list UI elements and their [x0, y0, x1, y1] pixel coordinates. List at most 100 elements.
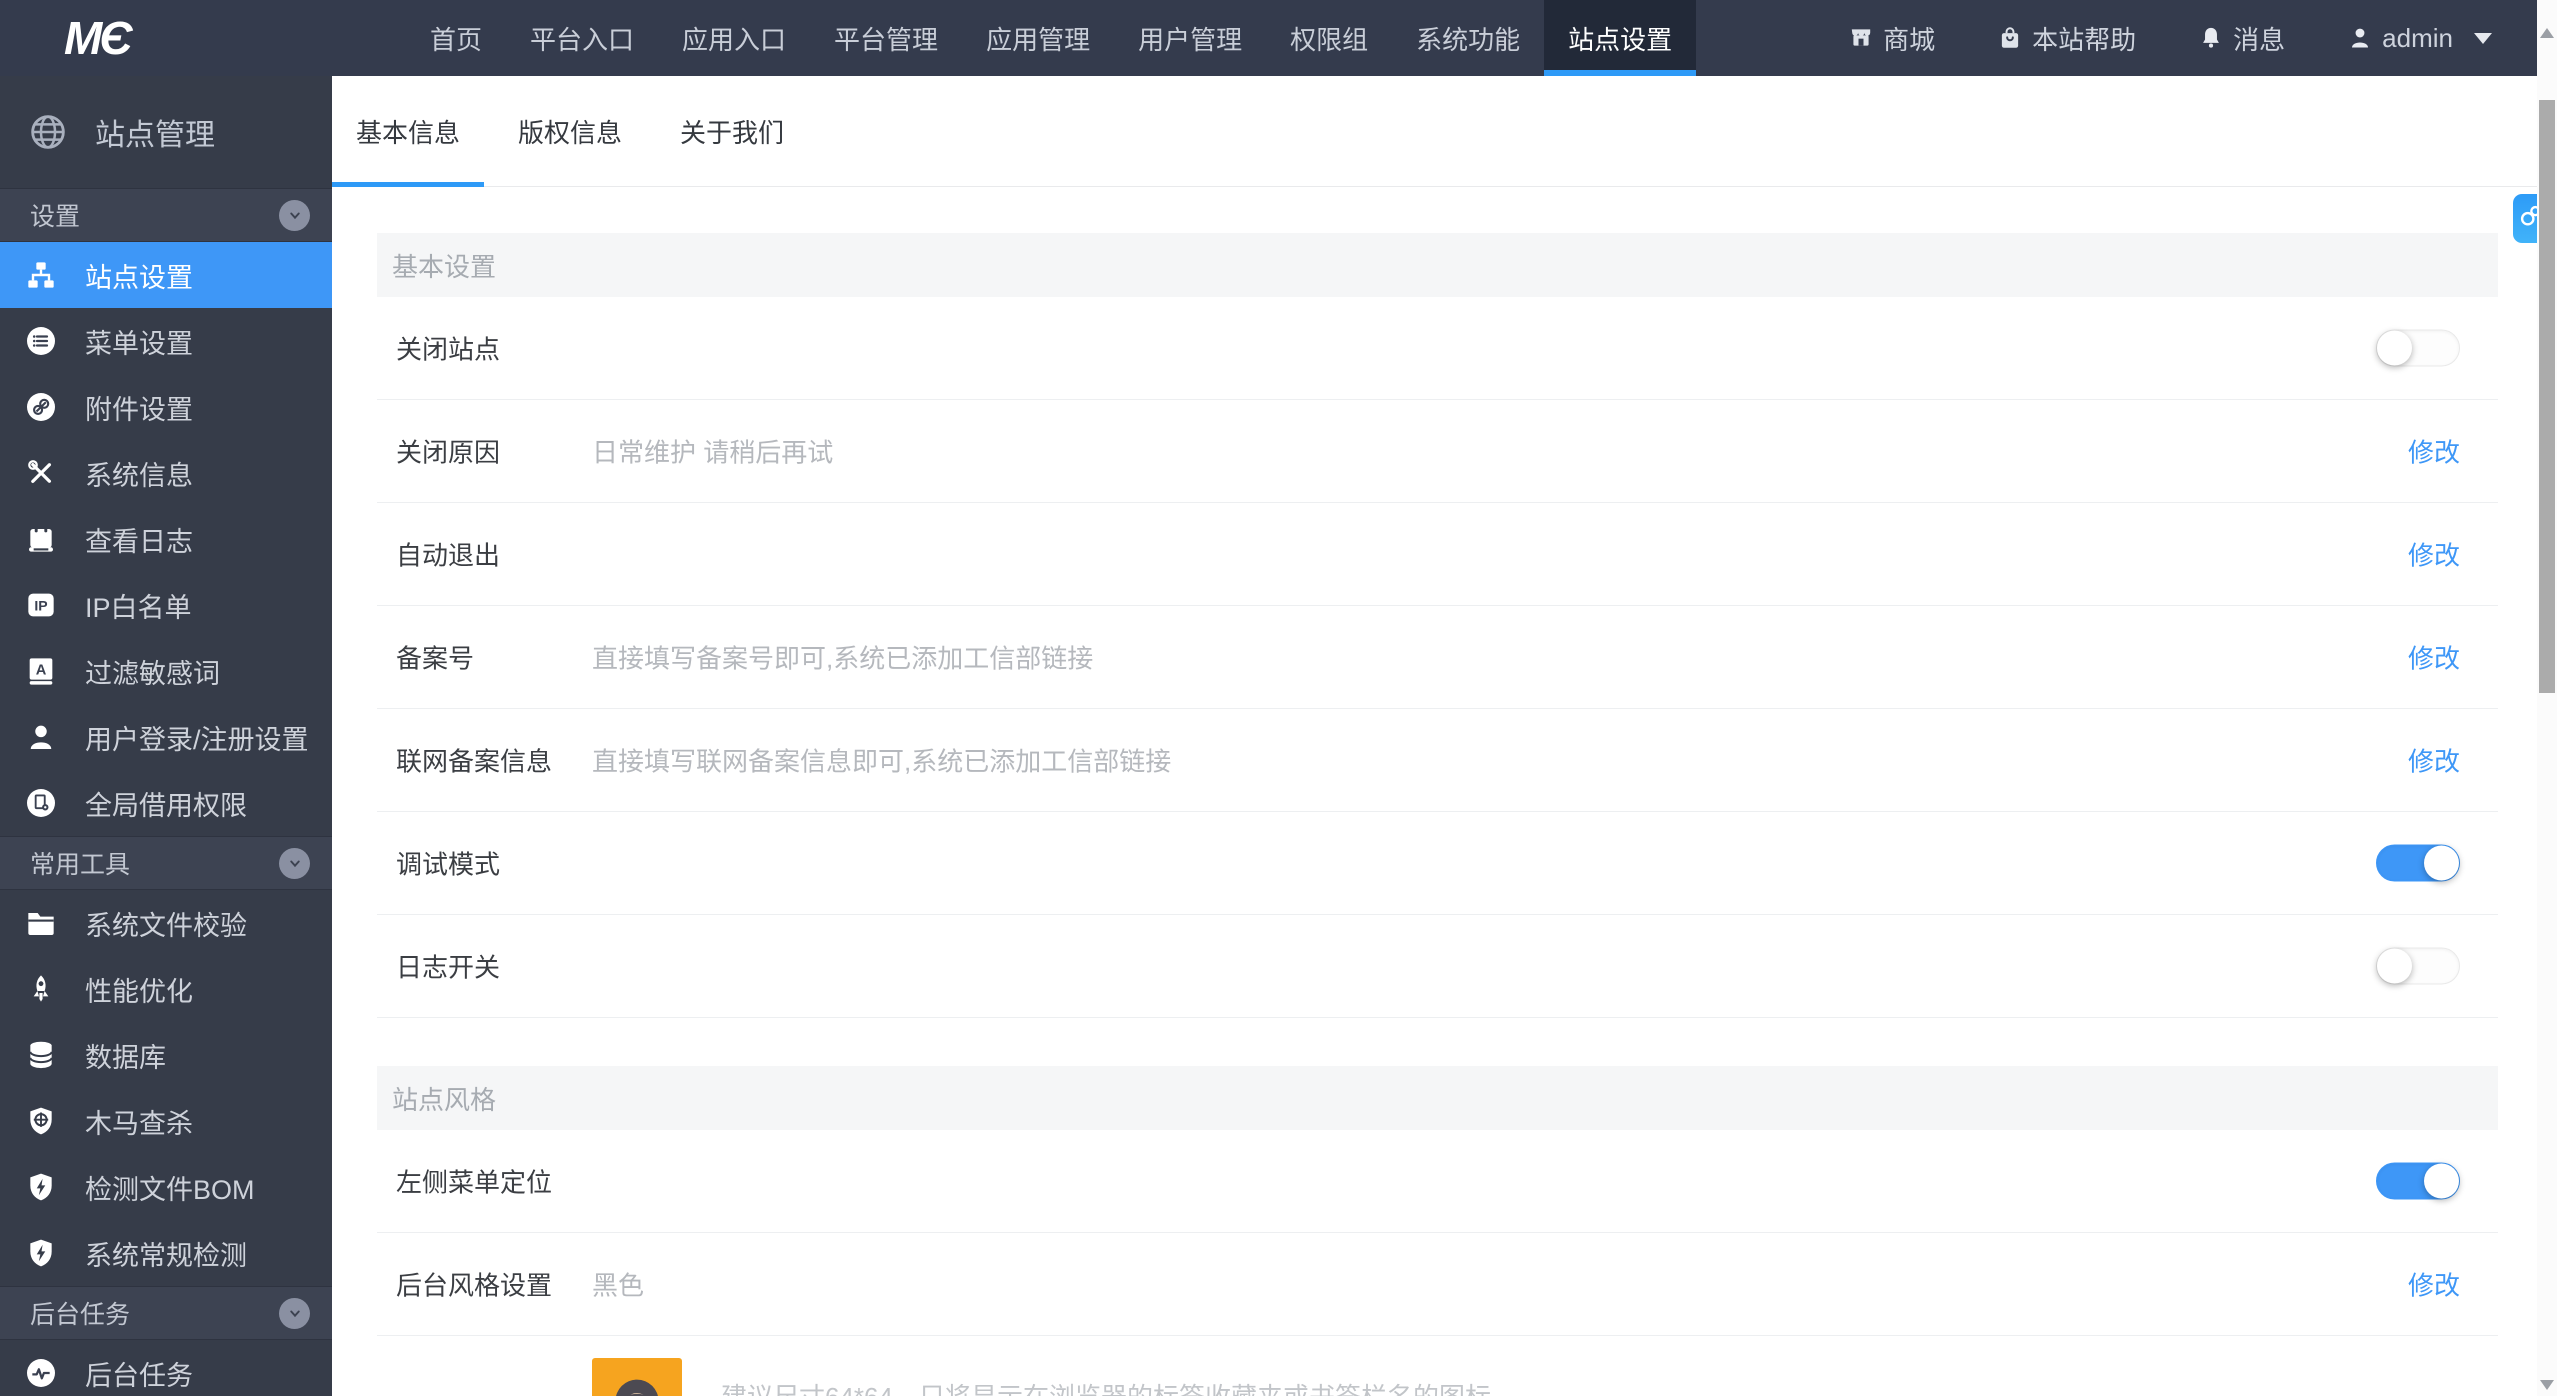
scrollbar-down-arrow-icon[interactable] [2540, 1380, 2554, 1390]
modify-admin-theme-link[interactable]: 修改 [2408, 1266, 2460, 1303]
left-menu-fixed-toggle[interactable] [2376, 1162, 2460, 1200]
section-header-site-style: 站点风格 [377, 1066, 2498, 1130]
sidebar-item-ip-whitelist[interactable]: IP IP白名单 [0, 572, 332, 638]
help-bag-icon [1997, 25, 2023, 51]
row-auto-logout: 自动退出 修改 [377, 503, 2498, 606]
nav-app-entry[interactable]: 应用入口 [658, 0, 810, 76]
tab-about-us[interactable]: 关于我们 [656, 76, 808, 186]
tab-basic-info[interactable]: 基本信息 [332, 76, 485, 187]
store-button[interactable]: 商城 [1848, 20, 1935, 57]
network-record-placeholder: 直接填写联网备案信息即可,系统已添加工信部链接 [592, 746, 1172, 777]
row-icp-number: 备案号 直接填写备案号即可,系统已添加工信部链接 修改 [377, 606, 2498, 709]
sidebar-header: 站点管理 [0, 76, 332, 188]
settings-card: 基本设置 关闭站点 关闭原因 日常维护 请稍后再试 修改 自动退出 修改 备案号… [377, 233, 2498, 1396]
shield-bolt-icon [24, 1170, 58, 1204]
admin-theme-value: 黑色 [592, 1270, 645, 1301]
sidebar-item-system-info[interactable]: 系统信息 [0, 440, 332, 506]
nav-site-settings[interactable]: 站点设置 [1544, 0, 1697, 76]
tab-bar: 基本信息 版权信息 关于我们 [332, 76, 2537, 187]
menu-list-icon [24, 324, 58, 358]
nav-system-function[interactable]: 系统功能 [1392, 0, 1544, 76]
scrollbar-up-arrow-icon[interactable] [2540, 28, 2554, 38]
modify-icp-number-link[interactable]: 修改 [2408, 639, 2460, 676]
sidebar-item-attachment-settings[interactable]: 附件设置 [0, 374, 332, 440]
sidebar-item-bom-check[interactable]: 检测文件BOM [0, 1154, 332, 1220]
modify-network-record-link[interactable]: 修改 [2408, 742, 2460, 779]
sidebar-item-site-settings[interactable]: 站点设置 [0, 242, 332, 308]
row-close-reason: 关闭原因 日常维护 请稍后再试 修改 [377, 400, 2498, 503]
svg-text:A: A [36, 662, 47, 678]
username: admin [2382, 22, 2453, 53]
sidebar-item-menu-settings[interactable]: 菜单设置 [0, 308, 332, 374]
svg-text:IP: IP [34, 598, 47, 614]
person-icon [24, 720, 58, 754]
debug-mode-toggle[interactable] [2376, 844, 2460, 882]
favicon-hint-text: 建议尺寸64*64，只将显示在浏览器的标签收藏夹或书签栏名的图标 [721, 1377, 1491, 1396]
sidebar-item-user-login-settings[interactable]: 用户登录/注册设置 [0, 704, 332, 770]
sidebar-item-global-borrow-permission[interactable]: 全局借用权限 [0, 770, 332, 836]
tools-icon [24, 456, 58, 490]
sidebar-item-view-logs[interactable]: 查看日志 [0, 506, 332, 572]
attachment-link-icon [24, 390, 58, 424]
close-site-toggle[interactable] [2376, 329, 2460, 367]
store-icon [1848, 25, 1874, 51]
row-site-favicon: 建议尺寸64*64，只将显示在浏览器的标签收藏夹或书签栏名的图标 [377, 1336, 2498, 1396]
nav-app-manage[interactable]: 应用管理 [962, 0, 1114, 76]
logbook-icon [24, 522, 58, 556]
log-switch-toggle[interactable] [2376, 947, 2460, 985]
user-menu[interactable]: admin [2347, 23, 2492, 54]
sidebar-item-background-task[interactable]: 后台任务 [0, 1340, 332, 1396]
row-debug-mode: 调试模式 [377, 812, 2498, 915]
dictionary-icon: A [24, 654, 58, 688]
row-log-switch: 日志开关 [377, 915, 2498, 1018]
close-reason-value: 日常维护 请稍后再试 [592, 437, 834, 468]
top-bar-actions: 商城 本站帮助 消息 admin [1848, 0, 2492, 76]
task-pulse-icon [24, 1356, 58, 1390]
bell-icon [2198, 25, 2224, 51]
sidebar-item-performance[interactable]: 性能优化 [0, 956, 332, 1022]
sidebar: 站点管理 设置 站点设置 菜单设置 附件设置 系统信息 查看日志 IP IP白名… [0, 76, 332, 1396]
sidebar-section-background-tasks[interactable]: 后台任务 [0, 1286, 332, 1340]
row-close-site: 关闭站点 [377, 297, 2498, 400]
globe-icon [28, 112, 68, 152]
sidebar-section-common-tools[interactable]: 常用工具 [0, 836, 332, 890]
messages-button[interactable]: 消息 [2198, 20, 2285, 57]
sidebar-section-settings[interactable]: 设置 [0, 188, 332, 242]
ip-badge-icon: IP [24, 588, 58, 622]
nav-user-manage[interactable]: 用户管理 [1114, 0, 1266, 76]
sidebar-item-routine-check[interactable]: 系统常规检测 [0, 1220, 332, 1286]
shield-bolt-icon [24, 1236, 58, 1270]
section-header-basic: 基本设置 [377, 233, 2498, 297]
top-bar: MЄ 首页 平台入口 应用入口 平台管理 应用管理 用户管理 权限组 系统功能 … [0, 0, 2537, 76]
favicon-preview-image[interactable] [592, 1358, 682, 1396]
modify-close-reason-link[interactable]: 修改 [2408, 433, 2460, 470]
rocket-icon [24, 972, 58, 1006]
scrollbar-thumb[interactable] [2539, 100, 2555, 693]
row-admin-theme: 后台风格设置 黑色 修改 [377, 1233, 2498, 1336]
document-gear-icon [24, 786, 58, 820]
tab-copyright-info[interactable]: 版权信息 [494, 76, 646, 186]
nav-platform-entry[interactable]: 平台入口 [506, 0, 658, 76]
database-icon [24, 1038, 58, 1072]
page-scrollbar[interactable] [2537, 0, 2557, 1396]
chevron-down-icon[interactable] [279, 1297, 310, 1329]
chevron-down-icon[interactable] [279, 199, 310, 231]
sidebar-title: 站点管理 [95, 119, 215, 152]
user-icon [2347, 25, 2373, 51]
site-help-button[interactable]: 本站帮助 [1997, 20, 2136, 57]
icp-number-placeholder: 直接填写备案号即可,系统已添加工信部链接 [592, 643, 1094, 674]
sidebar-item-file-verify[interactable]: 系统文件校验 [0, 890, 332, 956]
top-nav: 首页 平台入口 应用入口 平台管理 应用管理 用户管理 权限组 系统功能 站点设… [406, 0, 1697, 76]
sitemap-icon [24, 258, 58, 292]
nav-permission-group[interactable]: 权限组 [1266, 0, 1392, 76]
sidebar-item-database[interactable]: 数据库 [0, 1022, 332, 1088]
folder-icon [24, 906, 58, 940]
main-content: 基本信息 版权信息 关于我们 基本设置 关闭站点 关闭原因 日常维护 请稍后再试… [332, 76, 2537, 1396]
sidebar-item-filter-words[interactable]: A 过滤敏感词 [0, 638, 332, 704]
row-network-record: 联网备案信息 直接填写联网备案信息即可,系统已添加工信部链接 修改 [377, 709, 2498, 812]
nav-home[interactable]: 首页 [406, 0, 506, 76]
modify-auto-logout-link[interactable]: 修改 [2408, 536, 2460, 573]
sidebar-item-trojan-scan[interactable]: 木马查杀 [0, 1088, 332, 1154]
nav-platform-manage[interactable]: 平台管理 [810, 0, 962, 76]
chevron-down-icon[interactable] [279, 847, 310, 879]
